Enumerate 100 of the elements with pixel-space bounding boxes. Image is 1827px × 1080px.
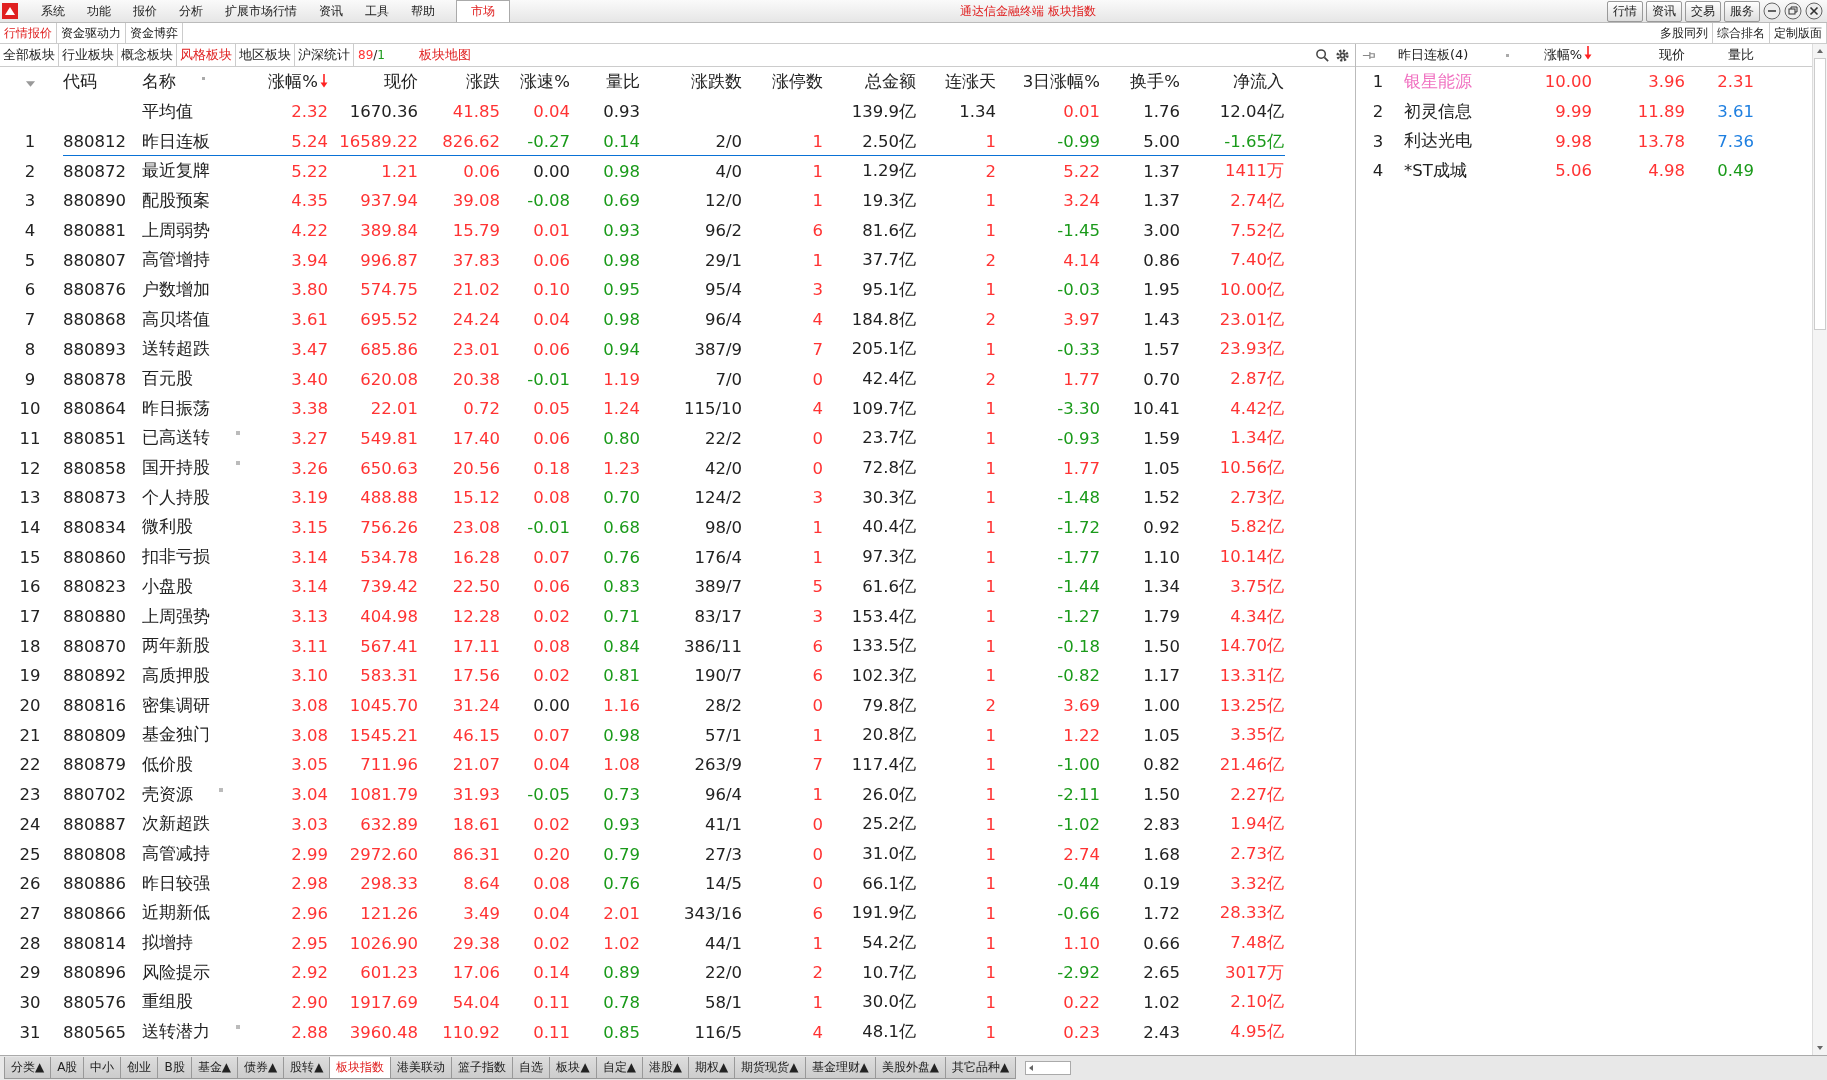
table-cell[interactable]: 配股预案 bbox=[142, 189, 210, 212]
table-cell[interactable]: 高管减持 bbox=[142, 843, 210, 866]
view-tab[interactable]: 资金驱动力 bbox=[57, 23, 126, 43]
market-tab[interactable]: 债券▲ bbox=[236, 1057, 285, 1079]
market-tab[interactable]: 自选 bbox=[512, 1057, 551, 1079]
menu-item[interactable]: 资讯 bbox=[308, 2, 354, 20]
column-header[interactable]: 3日涨幅% bbox=[998, 71, 1102, 93]
column-header[interactable]: 涨幅% bbox=[250, 71, 330, 93]
table-cell[interactable]: 昨日较强 bbox=[142, 872, 210, 895]
market-tab[interactable]: 美股外盘▲ bbox=[874, 1057, 947, 1079]
column-header[interactable]: 连涨天 bbox=[918, 71, 998, 93]
scrollbar[interactable] bbox=[1025, 1061, 1072, 1075]
view-tab[interactable]: 行情报价 bbox=[0, 23, 57, 43]
market-tab[interactable]: 期权▲ bbox=[688, 1057, 736, 1079]
column-header[interactable]: 总金额 bbox=[825, 71, 918, 93]
column-header[interactable]: 现价 bbox=[1594, 46, 1687, 64]
table-cell[interactable]: 户数增加 bbox=[142, 278, 210, 301]
minimize-icon[interactable] bbox=[1763, 2, 1781, 20]
dropdown-icon[interactable] bbox=[24, 79, 36, 88]
column-header[interactable]: 换手% bbox=[1102, 71, 1182, 93]
table-cell[interactable]: 高管增持 bbox=[142, 249, 210, 272]
column-header[interactable]: 涨跌数 bbox=[642, 71, 744, 93]
sector-map-link[interactable]: 板块地图 bbox=[418, 46, 471, 64]
market-tab[interactable]: 基金理财▲ bbox=[804, 1057, 876, 1079]
market-tab[interactable]: 股转▲ bbox=[283, 1057, 331, 1079]
menu-item[interactable]: 市场 bbox=[456, 0, 510, 22]
column-header[interactable]: 涨跌 bbox=[420, 71, 502, 93]
table-cell[interactable]: 上周弱势 bbox=[142, 219, 210, 242]
menu-item[interactable]: 扩展市场行情 bbox=[214, 2, 308, 20]
table-cell[interactable]: 低价股 bbox=[142, 753, 193, 776]
market-tab[interactable]: 基金▲ bbox=[190, 1057, 238, 1079]
column-header[interactable]: 涨速% bbox=[502, 71, 572, 93]
menu-item[interactable]: 帮助 bbox=[400, 2, 446, 20]
pin-icon[interactable] bbox=[1362, 50, 1376, 60]
column-header[interactable]: 名称 bbox=[142, 71, 176, 93]
table-cell[interactable]: 百元股 bbox=[142, 368, 193, 391]
market-tab[interactable]: 港美联动 bbox=[390, 1057, 453, 1079]
stock-name[interactable]: 初灵信息 bbox=[1396, 100, 1516, 123]
search-icon[interactable] bbox=[1315, 47, 1330, 63]
table-cell[interactable]: 两年新股 bbox=[142, 635, 210, 658]
toolbar-button[interactable]: 行情 bbox=[1607, 0, 1643, 22]
column-header[interactable]: 净流入 bbox=[1182, 71, 1286, 93]
menu-item[interactable]: 报价 bbox=[122, 2, 168, 20]
market-tab[interactable]: 港股▲ bbox=[641, 1057, 690, 1079]
menu-item[interactable]: 功能 bbox=[76, 2, 122, 20]
market-tab[interactable]: 板块指数 bbox=[329, 1057, 392, 1079]
column-header[interactable]: 量比 bbox=[1687, 46, 1756, 64]
table-cell[interactable]: 送转潜力 bbox=[142, 1021, 210, 1044]
sector-tab[interactable]: 风格板块 bbox=[177, 44, 236, 66]
table-cell[interactable]: 国开持股 bbox=[142, 457, 210, 480]
table-cell[interactable]: 基金独门 bbox=[142, 724, 210, 747]
table-cell[interactable]: 高贝塔值 bbox=[142, 308, 210, 331]
sector-tab[interactable]: 全部板块 bbox=[0, 44, 59, 66]
table-cell[interactable]: 近期新低 bbox=[142, 902, 210, 925]
layout-button[interactable]: 多股同列 bbox=[1656, 23, 1713, 43]
sector-tab[interactable]: 行业板块 bbox=[59, 44, 118, 66]
settings-icon[interactable] bbox=[1335, 47, 1350, 63]
table-cell[interactable]: 次新超跌 bbox=[142, 813, 210, 836]
layout-button[interactable]: 定制版面 bbox=[1770, 23, 1827, 43]
close-icon[interactable] bbox=[1805, 2, 1823, 20]
column-header[interactable]: 代码 bbox=[60, 71, 130, 93]
market-tab[interactable]: A股 bbox=[50, 1057, 85, 1079]
market-tab[interactable]: 分类▲ bbox=[4, 1057, 52, 1079]
stock-name[interactable]: 利达光电 bbox=[1396, 130, 1516, 153]
table-cell[interactable]: 个人持股 bbox=[142, 486, 210, 509]
market-tab[interactable]: 自定▲ bbox=[595, 1057, 643, 1079]
sector-tab[interactable]: 沪深统计 bbox=[295, 44, 354, 66]
table-cell[interactable]: 已高送转 bbox=[142, 427, 210, 450]
market-tab[interactable]: 板块▲ bbox=[549, 1057, 597, 1079]
stock-name[interactable]: *ST成城 bbox=[1396, 159, 1516, 182]
table-cell[interactable]: 最近复牌 bbox=[142, 160, 210, 183]
sector-tab[interactable]: 地区板块 bbox=[236, 44, 295, 66]
menu-item[interactable]: 工具 bbox=[354, 2, 400, 20]
sector-tab[interactable]: 概念板块 bbox=[118, 44, 177, 66]
table-cell[interactable]: 上周强势 bbox=[142, 605, 210, 628]
table-cell[interactable]: 壳资源 bbox=[142, 783, 193, 806]
table-cell[interactable]: 风险提示 bbox=[142, 961, 210, 984]
menu-item[interactable]: 系统 bbox=[30, 2, 76, 20]
toolbar-button[interactable]: 服务 bbox=[1724, 0, 1760, 22]
market-tab[interactable]: 创业 bbox=[120, 1057, 159, 1079]
column-header[interactable]: 现价 bbox=[330, 71, 420, 93]
table-cell[interactable]: 送转超跌 bbox=[142, 338, 210, 361]
table-cell[interactable]: 微利股 bbox=[142, 516, 193, 539]
view-tab[interactable]: 资金博弈 bbox=[126, 23, 183, 43]
table-cell[interactable]: 高质押股 bbox=[142, 664, 210, 687]
column-header[interactable]: 涨幅% bbox=[1526, 46, 1594, 64]
restore-icon[interactable] bbox=[1784, 2, 1802, 20]
layout-button[interactable]: 综合排名 bbox=[1713, 23, 1770, 43]
column-header[interactable]: 量比 bbox=[572, 71, 642, 93]
table-cell[interactable]: 小盘股 bbox=[142, 575, 193, 598]
toolbar-button[interactable]: 资讯 bbox=[1646, 0, 1682, 22]
scrollbar-thumb[interactable] bbox=[1814, 58, 1826, 330]
table-cell[interactable]: 拟增持 bbox=[142, 932, 193, 955]
market-tab[interactable]: 其它品种▲ bbox=[945, 1057, 1017, 1079]
market-tab[interactable]: 篮子指数 bbox=[451, 1057, 514, 1079]
market-tab[interactable]: 期货现货▲ bbox=[734, 1057, 806, 1079]
table-cell[interactable]: 重组股 bbox=[142, 991, 193, 1014]
column-header[interactable]: 涨停数 bbox=[744, 71, 825, 93]
table-cell[interactable]: 昨日振荡 bbox=[142, 397, 210, 420]
toolbar-button[interactable]: 交易 bbox=[1685, 0, 1721, 22]
